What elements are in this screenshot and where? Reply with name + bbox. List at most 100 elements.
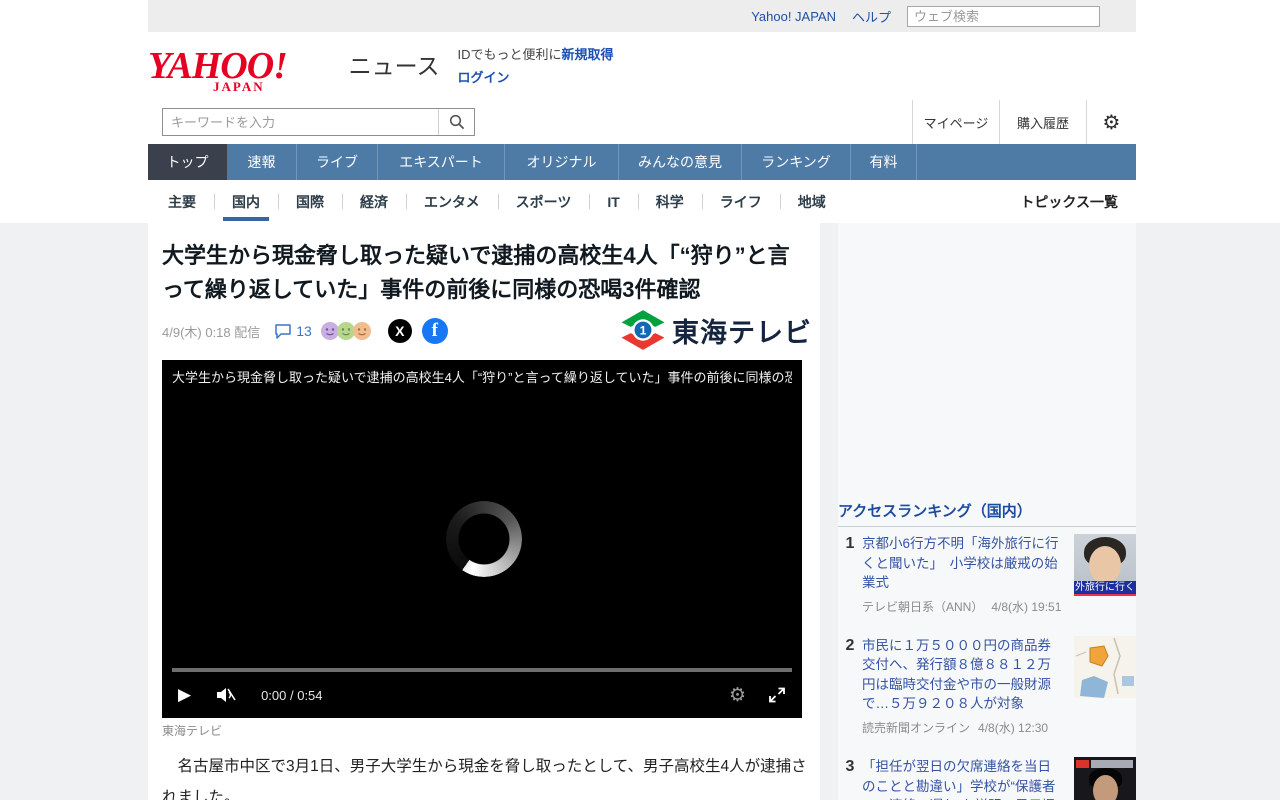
yahoo-logo-text: YAHOO! bbox=[148, 44, 288, 87]
category-shuyo[interactable]: 主要 bbox=[150, 180, 214, 223]
thumbnail-badge bbox=[1076, 759, 1089, 768]
share-buttons: X f bbox=[387, 318, 448, 344]
masthead: YAHOO! JAPAN ニュース IDでもっと便利に新規取得 ログイン bbox=[148, 32, 1136, 100]
map-thumbnail-icon bbox=[1074, 635, 1136, 698]
search-icon bbox=[449, 114, 464, 130]
thumbnail-figure bbox=[1089, 546, 1121, 584]
page: Yahoo! JAPAN ヘルプ YAHOO! JAPAN ニュース IDでもっ… bbox=[0, 0, 1280, 800]
video-time-display: 0:00 / 0:54 bbox=[261, 687, 323, 703]
ranking-item-link[interactable]: 京都小6行方不明「海外旅行に行くと聞いた」 小学校は厳戒の始業式 bbox=[862, 534, 1064, 593]
category-navigation: 主要 国内 国際 経済 エンタメ スポーツ IT 科学 ライフ 地域 トピックス… bbox=[148, 180, 1136, 223]
video-caption: 東海テレビ bbox=[162, 724, 223, 738]
tab-top[interactable]: トップ bbox=[148, 144, 227, 180]
help-link[interactable]: ヘルプ bbox=[852, 7, 891, 26]
ranking-thumbnail[interactable] bbox=[1074, 756, 1136, 800]
ranking-item-source: テレビ朝日系（ANN） bbox=[862, 599, 984, 614]
yahoo-news-logo[interactable]: YAHOO! JAPAN ニュース bbox=[148, 44, 440, 94]
ranking-item-link[interactable]: 市民に１万５０００円の商品券交付へ、発行額８億８８１２万円は臨時交付金や市の一般… bbox=[862, 636, 1064, 714]
top-utility-bar: Yahoo! JAPAN ヘルプ bbox=[148, 0, 1136, 32]
ranking-item-source: 読売新聞オンライン bbox=[862, 720, 971, 735]
tab-original[interactable]: オリジナル bbox=[505, 144, 619, 180]
keyword-search-input[interactable] bbox=[163, 109, 438, 135]
keyword-search-box bbox=[162, 108, 475, 136]
ranking-item-link[interactable]: 「担任が翌日の欠席連絡を当日のことと勘違い」学校が“保護者への連絡の遅れ”を説明… bbox=[862, 757, 1064, 800]
my-page-link[interactable]: マイページ bbox=[912, 100, 999, 144]
article-card: 大学生から現金脅し取った疑いで逮捕の高校生4人「“狩り”と言って繰り返していた」… bbox=[148, 223, 820, 800]
thumbnail-accent-line bbox=[1074, 594, 1136, 596]
ranking-item-time: 4/8(水) 19:51 bbox=[991, 599, 1062, 614]
web-search-input[interactable] bbox=[907, 5, 1100, 27]
tab-sokuho[interactable]: 速報 bbox=[227, 144, 297, 180]
loading-spinner-icon bbox=[446, 501, 522, 577]
mute-icon[interactable] bbox=[215, 686, 237, 704]
ranking-thumbnail[interactable]: 外旅行に行く bbox=[1074, 534, 1136, 596]
search-button[interactable] bbox=[438, 109, 474, 135]
gear-icon: ⚙ bbox=[1102, 111, 1121, 134]
reaction-icons[interactable] bbox=[320, 321, 372, 341]
yahoo-logo-japan-text: JAPAN bbox=[212, 79, 265, 95]
rank-number: 3 bbox=[845, 757, 855, 775]
ranking-item-meta: テレビ朝日系（ANN） 4/8(水) 19:51 bbox=[862, 598, 1064, 615]
category-kagaku[interactable]: 科学 bbox=[637, 180, 702, 223]
ranking-divider bbox=[838, 526, 1136, 527]
ranking-item-1: 1 京都小6行方不明「海外旅行に行くと聞いた」 小学校は厳戒の始業式 テレビ朝日… bbox=[838, 534, 1136, 615]
video-controls: ▶ 0:00 / 0:54 ⚙ bbox=[162, 666, 802, 718]
ranking-item-2: 2 市民に１万５０００円の商品券交付へ、発行額８億８８１２万円は臨時交付金や市の… bbox=[838, 635, 1136, 736]
svg-text:1: 1 bbox=[640, 324, 647, 338]
thumbnail-caption: 外旅行に行く bbox=[1074, 581, 1136, 594]
ranking-item-3: 3 「担任が翌日の欠席連絡を当日のことと勘違い」学校が“保護者への連絡の遅れ”を… bbox=[838, 756, 1136, 800]
comments-button[interactable]: 13 bbox=[274, 323, 312, 339]
category-kokunai[interactable]: 国内 bbox=[214, 180, 278, 223]
search-row: マイページ 購入履歴 ⚙ bbox=[148, 100, 1136, 144]
rank-number: 1 bbox=[845, 535, 855, 552]
topics-list-link[interactable]: トピックス一覧 bbox=[1020, 180, 1136, 223]
article-date: 4/9(木) 0:18 配信 bbox=[162, 324, 261, 340]
login-link[interactable]: ログイン bbox=[457, 70, 509, 85]
service-name-label: ニュース bbox=[348, 53, 440, 80]
category-chiiki[interactable]: 地域 bbox=[779, 180, 844, 223]
comment-count: 13 bbox=[296, 323, 312, 339]
comment-icon bbox=[275, 324, 292, 339]
thumbnail-overlay-bar bbox=[1091, 759, 1133, 768]
category-keizai[interactable]: 経済 bbox=[342, 180, 406, 223]
article-body: 名古屋市中区で3月1日、男子大学生から現金を脅し取ったとして、男子高校生4人が逮… bbox=[162, 758, 807, 800]
sidebar: アクセスランキング（国内） 1 京都小6行方不明「海外旅行に行くと聞いた」 小学… bbox=[838, 223, 1136, 800]
video-settings-icon[interactable]: ⚙ bbox=[729, 684, 746, 707]
ranking-thumbnail[interactable] bbox=[1074, 635, 1136, 698]
yahoo-japan-link[interactable]: Yahoo! JAPAN bbox=[751, 9, 836, 24]
id-promo: IDでもっと便利に新規取得 ログイン bbox=[457, 43, 613, 90]
tokai-tv-logo-icon: 1 bbox=[621, 310, 665, 350]
tab-live[interactable]: ライブ bbox=[297, 144, 378, 180]
tab-paid[interactable]: 有料 bbox=[851, 144, 917, 180]
category-sports[interactable]: スポーツ bbox=[497, 180, 590, 223]
thumbnail-figure bbox=[1093, 774, 1118, 800]
signup-link[interactable]: 新規取得 bbox=[561, 47, 613, 62]
settings-gear-button[interactable]: ⚙ bbox=[1086, 100, 1136, 144]
ranking-item-time: 4/8(水) 12:30 bbox=[978, 720, 1049, 735]
category-it[interactable]: IT bbox=[589, 180, 637, 223]
fullscreen-icon[interactable] bbox=[768, 686, 786, 704]
category-entame[interactable]: エンタメ bbox=[406, 180, 498, 223]
publisher-name: 東海テレビ bbox=[672, 317, 812, 348]
main-navigation: トップ 速報 ライブ エキスパート オリジナル みんなの意見 ランキング 有料 bbox=[148, 144, 1136, 180]
ranking-item-meta: 読売新聞オンライン 4/8(水) 12:30 bbox=[862, 719, 1064, 736]
emoji-orange-icon bbox=[352, 322, 371, 340]
tab-opinions[interactable]: みんなの意見 bbox=[619, 144, 742, 180]
rank-number: 2 bbox=[845, 636, 855, 654]
video-player[interactable]: 大学生から現金脅し取った疑いで逮捕の高校生4人「“狩り”と言って繰り返していた」… bbox=[162, 360, 802, 718]
publisher-logo[interactable]: 1 東海テレビ bbox=[620, 309, 812, 351]
category-life[interactable]: ライフ bbox=[701, 180, 780, 223]
account-links: マイページ 購入履歴 ⚙ bbox=[912, 100, 1136, 144]
promo-text: IDでもっと便利に bbox=[457, 46, 562, 62]
play-icon[interactable]: ▶ bbox=[178, 685, 191, 705]
x-share-icon[interactable]: X bbox=[387, 319, 412, 343]
facebook-share-icon[interactable]: f bbox=[421, 318, 448, 344]
article-meta-row: 4/9(木) 0:18 配信 13 X f 1 東海テレビ bbox=[162, 310, 812, 350]
ranking-list: 1 京都小6行方不明「海外旅行に行くと聞いた」 小学校は厳戒の始業式 テレビ朝日… bbox=[838, 534, 1136, 800]
tab-expert[interactable]: エキスパート bbox=[378, 144, 505, 180]
category-kokusai[interactable]: 国際 bbox=[278, 180, 342, 223]
video-control-row: ▶ 0:00 / 0:54 ⚙ bbox=[162, 672, 802, 718]
tab-ranking[interactable]: ランキング bbox=[742, 144, 851, 180]
access-ranking-title[interactable]: アクセスランキング（国内） bbox=[838, 500, 1032, 521]
purchase-history-link[interactable]: 購入履歴 bbox=[999, 100, 1086, 144]
